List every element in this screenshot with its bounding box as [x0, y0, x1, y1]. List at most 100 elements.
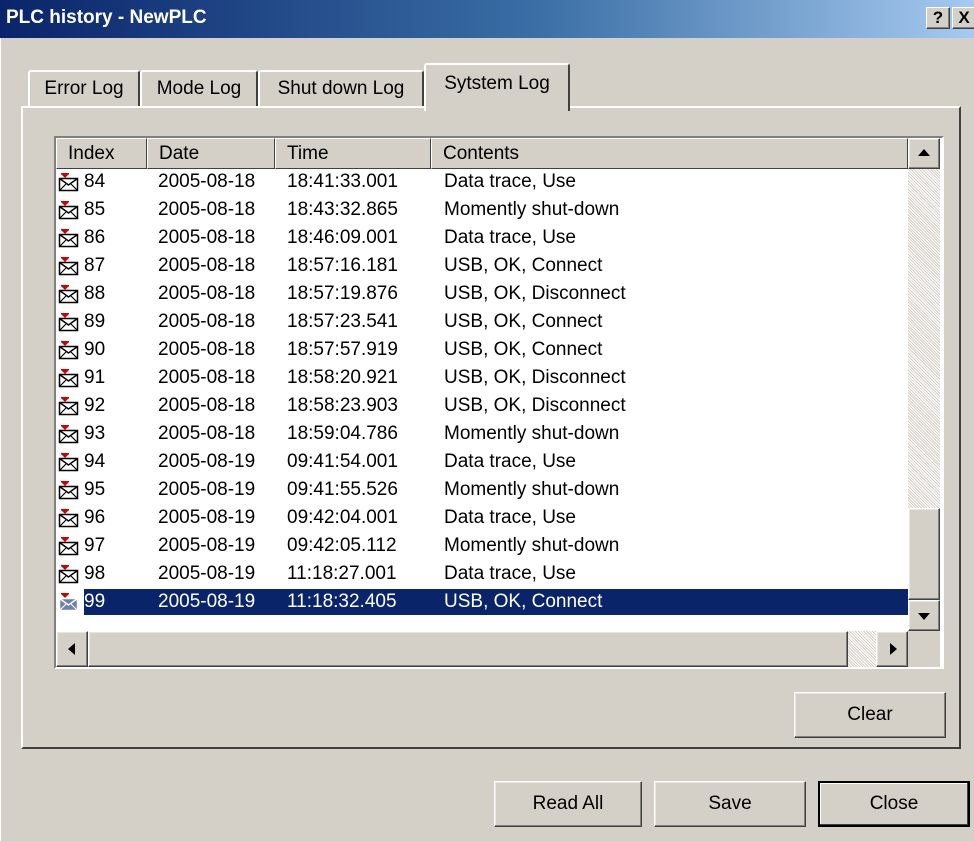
- window-close-button[interactable]: X: [952, 7, 974, 29]
- row-contents: Momently shut-down: [444, 199, 620, 220]
- row-time: 11:18:32.405: [287, 591, 397, 612]
- row-contents: Data trace, Use: [444, 507, 576, 528]
- list-row[interactable]: 99 2005-08-19 11:18:32.405 USB, OK, Connect: [56, 589, 908, 617]
- envelope-icon: [58, 200, 80, 220]
- scroll-down-button[interactable]: [908, 600, 940, 631]
- row-time: 18:41:33.001: [287, 171, 398, 192]
- envelope-icon: [58, 452, 80, 472]
- title-bar: PLC history - NewPLC ? X: [0, 0, 974, 38]
- vertical-scroll-thumb[interactable]: [908, 508, 940, 600]
- column-header-date[interactable]: Date: [147, 138, 275, 169]
- row-time: 18:43:32.865: [287, 199, 398, 220]
- envelope-icon: [58, 256, 80, 276]
- read-all-button[interactable]: Read All: [494, 781, 642, 827]
- row-index: 91: [84, 367, 106, 388]
- row-contents: USB, OK, Disconnect: [444, 395, 626, 416]
- horizontal-scroll-thumb[interactable]: [88, 631, 848, 667]
- row-index: 87: [84, 255, 106, 276]
- list-row[interactable]: 93 2005-08-18 18:59:04.786 Momently shut-do…: [56, 421, 908, 449]
- tab-shut-down-log[interactable]: Shut down Log: [258, 70, 424, 107]
- row-time: 18:57:16.181: [287, 255, 398, 276]
- tab-system-log[interactable]: Sytstem Log: [424, 63, 570, 111]
- envelope-icon: [58, 368, 80, 388]
- row-date: 2005-08-18: [158, 311, 256, 332]
- row-date: 2005-08-18: [158, 367, 256, 388]
- list-row[interactable]: 91 2005-08-18 18:58:20.921 USB, OK, Disconn…: [56, 365, 908, 393]
- help-button[interactable]: ?: [926, 7, 950, 29]
- row-contents: USB, OK, Connect: [444, 591, 603, 612]
- list-row[interactable]: 88 2005-08-18 18:57:19.876 USB, OK, Disconn…: [56, 281, 908, 309]
- row-contents: USB, OK, Connect: [444, 255, 603, 276]
- history-list[interactable]: Index Date Time Contents 84 2005-08-18 18:…: [54, 136, 944, 669]
- row-index: 96: [84, 507, 106, 528]
- list-row[interactable]: 84 2005-08-18 18:41:33.001 Data trace, Use: [56, 169, 908, 197]
- close-button[interactable]: Close: [818, 781, 970, 827]
- row-time: 11:18:27.001: [287, 563, 397, 584]
- column-header-time[interactable]: Time: [275, 138, 431, 169]
- row-contents: USB, OK, Disconnect: [444, 283, 626, 304]
- tab-mode-log[interactable]: Mode Log: [140, 70, 258, 107]
- row-date: 2005-08-18: [158, 171, 256, 192]
- scrollbar-corner: [908, 631, 940, 667]
- envelope-icon: [58, 340, 80, 360]
- row-time: 09:42:05.112: [287, 535, 397, 556]
- column-header-index[interactable]: Index: [56, 138, 147, 169]
- row-index: 85: [84, 199, 106, 220]
- list-row[interactable]: 94 2005-08-19 09:41:54.001 Data trace, Use: [56, 449, 908, 477]
- row-date: 2005-08-18: [158, 395, 256, 416]
- row-date: 2005-08-19: [158, 563, 256, 584]
- save-button[interactable]: Save: [654, 781, 806, 827]
- row-index: 99: [84, 591, 106, 612]
- row-index: 93: [84, 423, 106, 444]
- list-row[interactable]: 95 2005-08-19 09:41:55.526 Momently shut-do…: [56, 477, 908, 505]
- row-contents: Momently shut-down: [444, 535, 620, 556]
- list-row[interactable]: 87 2005-08-18 18:57:16.181 USB, OK, Connect: [56, 253, 908, 281]
- row-contents: USB, OK, Connect: [444, 311, 603, 332]
- envelope-icon: [58, 284, 80, 304]
- row-contents: USB, OK, Connect: [444, 339, 603, 360]
- row-contents: USB, OK, Disconnect: [444, 367, 626, 388]
- row-time: 18:59:04.786: [287, 423, 398, 444]
- clear-button[interactable]: Clear: [794, 692, 946, 738]
- list-row[interactable]: 89 2005-08-18 18:57:23.541 USB, OK, Connect: [56, 309, 908, 337]
- vertical-scrollbar[interactable]: [908, 138, 940, 631]
- horizontal-scrollbar[interactable]: [56, 631, 908, 667]
- scroll-left-button[interactable]: [56, 631, 88, 667]
- list-rows: 84 2005-08-18 18:41:33.001 Data trace, Use 8…: [56, 169, 908, 617]
- row-date: 2005-08-18: [158, 199, 256, 220]
- list-row[interactable]: 90 2005-08-18 18:57:57.919 USB, OK, Connect: [56, 337, 908, 365]
- list-row[interactable]: 98 2005-08-19 11:18:27.001 Data trace, Use: [56, 561, 908, 589]
- list-row[interactable]: 96 2005-08-19 09:42:04.001 Data trace, Use: [56, 505, 908, 533]
- row-date: 2005-08-18: [158, 227, 256, 248]
- envelope-icon: [58, 480, 80, 500]
- row-time: 18:57:23.541: [287, 311, 398, 332]
- row-index: 88: [84, 283, 106, 304]
- row-date: 2005-08-19: [158, 535, 256, 556]
- row-index: 94: [84, 451, 106, 472]
- arrow-left-icon: [68, 643, 75, 655]
- row-index: 95: [84, 479, 106, 500]
- row-date: 2005-08-19: [158, 507, 256, 528]
- envelope-icon: [58, 536, 80, 556]
- row-time: 09:41:55.526: [287, 479, 398, 500]
- list-header: Index Date Time Contents: [56, 138, 908, 169]
- list-row[interactable]: 92 2005-08-18 18:58:23.903 USB, OK, Disconn…: [56, 393, 908, 421]
- envelope-icon: [58, 396, 80, 416]
- list-row[interactable]: 85 2005-08-18 18:43:32.865 Momently shut-do…: [56, 197, 908, 225]
- list-row[interactable]: 97 2005-08-19 09:42:05.112 Momently shut-do…: [56, 533, 908, 561]
- row-index: 97: [84, 535, 106, 556]
- row-time: 09:42:04.001: [287, 507, 398, 528]
- row-time: 18:57:57.919: [287, 339, 398, 360]
- list-row[interactable]: 86 2005-08-18 18:46:09.001 Data trace, Use: [56, 225, 908, 253]
- row-date: 2005-08-18: [158, 423, 256, 444]
- row-date: 2005-08-18: [158, 255, 256, 276]
- arrow-up-icon: [918, 149, 930, 156]
- envelope-icon: [58, 424, 80, 444]
- row-date: 2005-08-18: [158, 283, 256, 304]
- row-index: 92: [84, 395, 106, 416]
- scroll-up-button[interactable]: [908, 138, 940, 169]
- row-time: 18:46:09.001: [287, 227, 398, 248]
- scroll-right-button[interactable]: [876, 631, 908, 667]
- column-header-contents[interactable]: Contents: [431, 138, 908, 169]
- tab-error-log[interactable]: Error Log: [28, 70, 140, 107]
